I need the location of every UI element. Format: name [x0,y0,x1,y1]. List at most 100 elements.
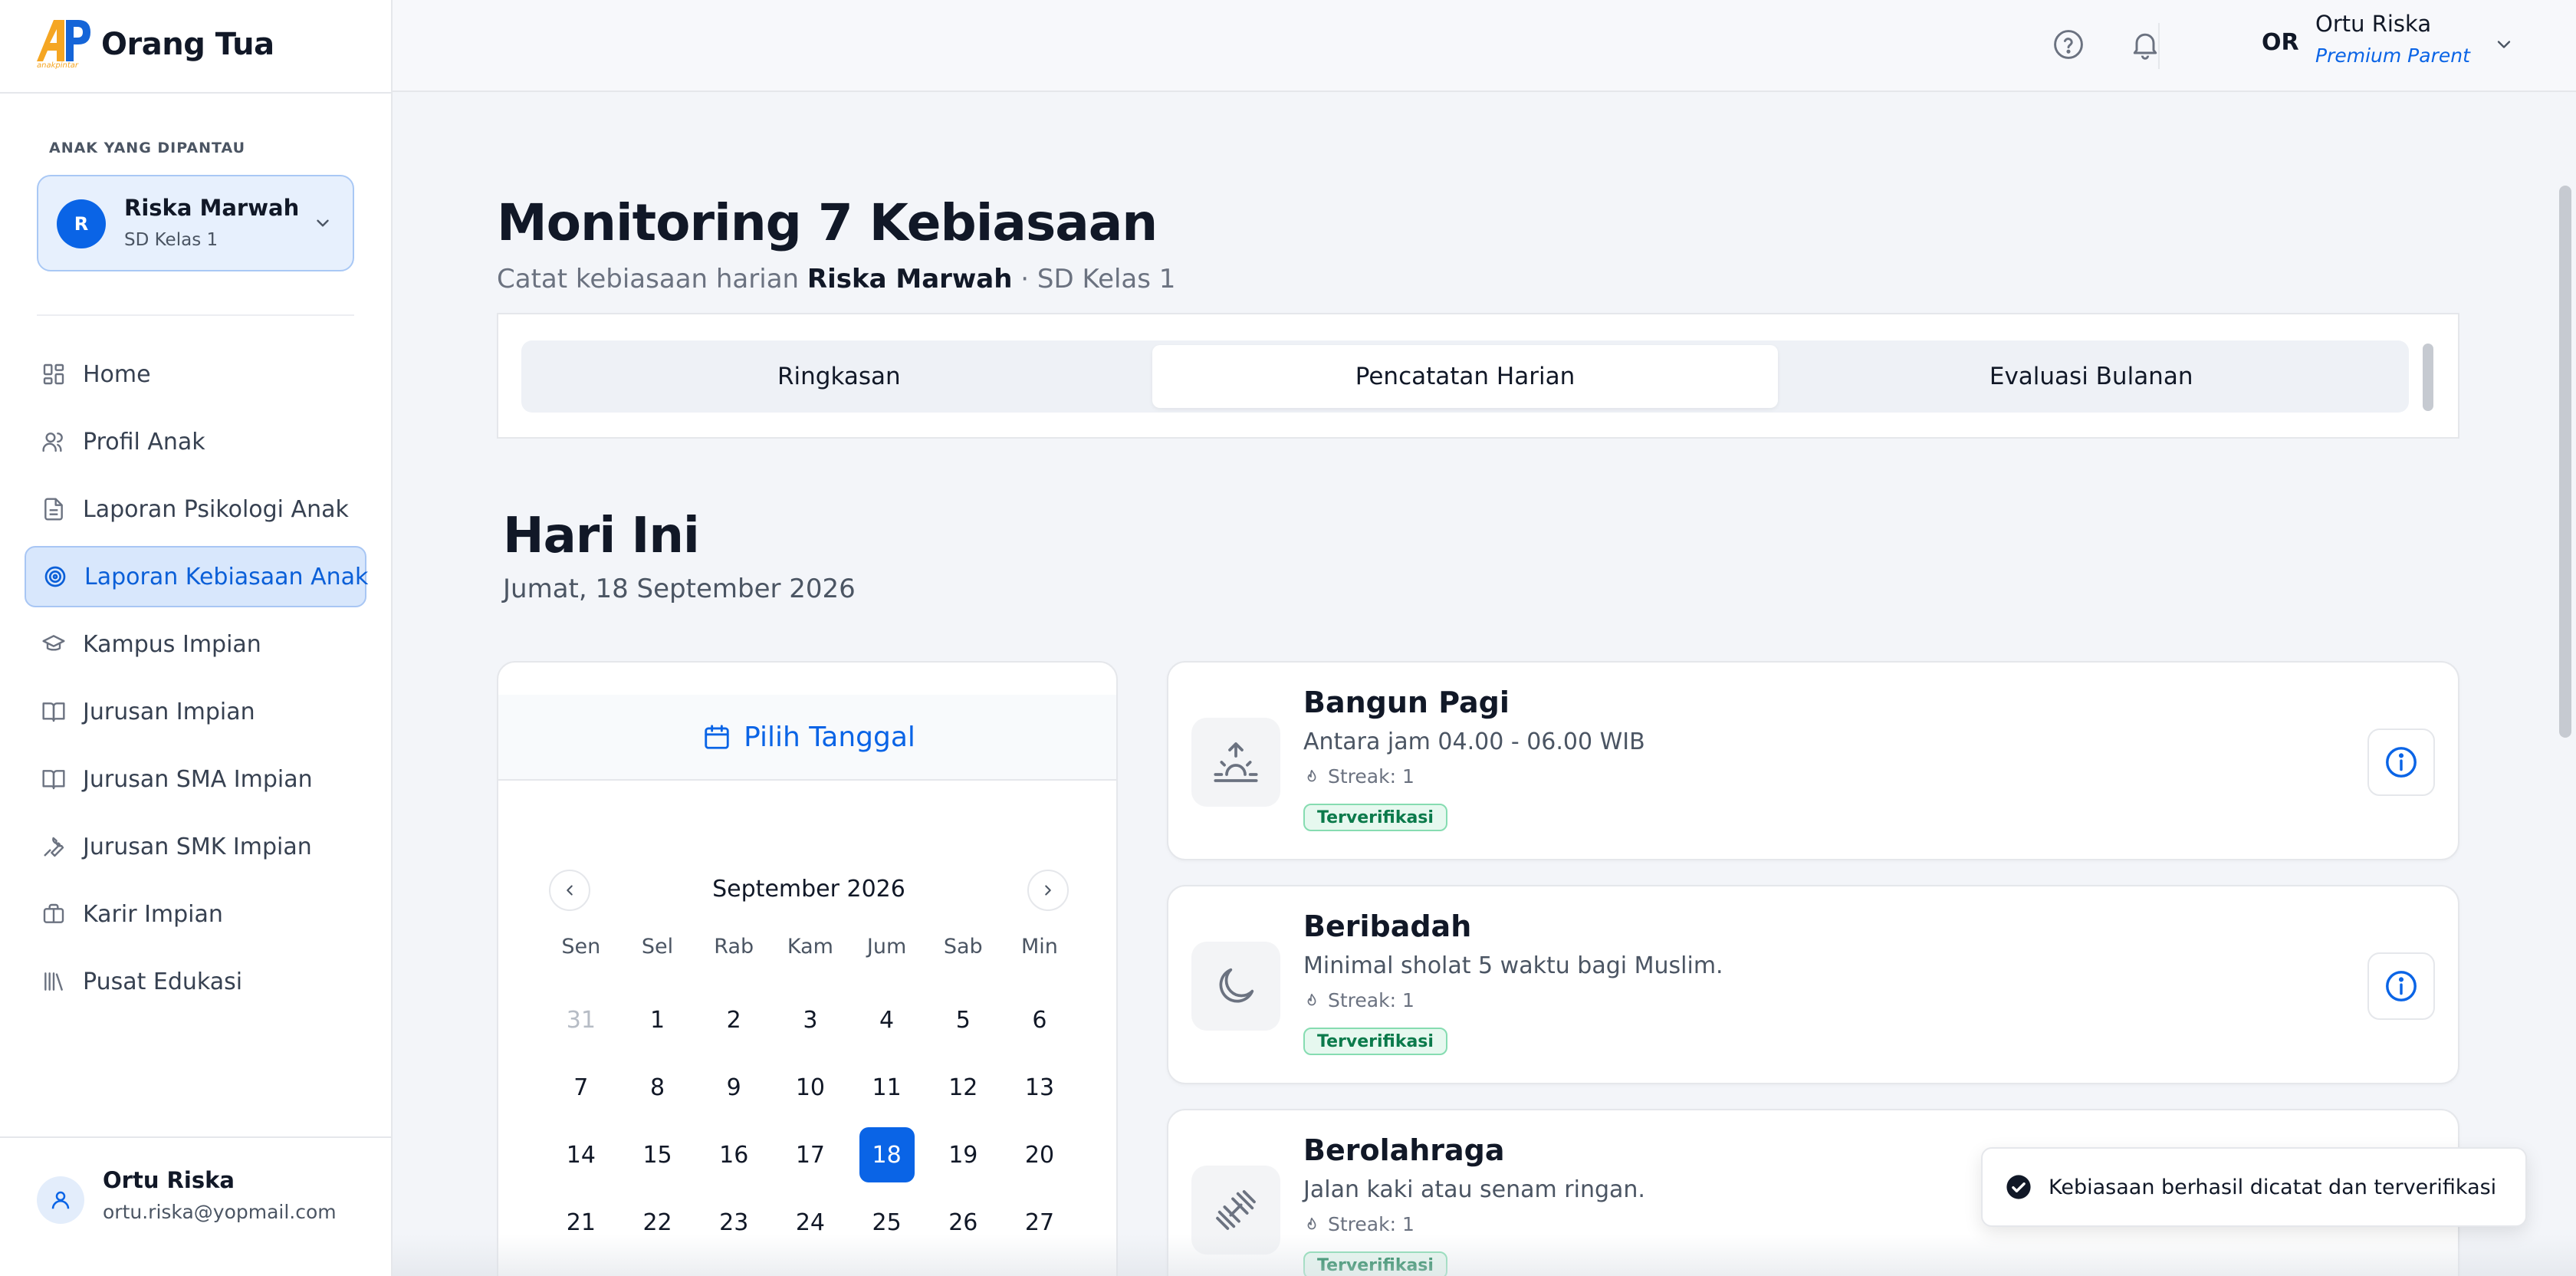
status-badge: Terverifikasi [1303,1251,1447,1276]
calendar-day[interactable]: 7 [543,1060,619,1115]
calendar-header[interactable]: Pilih Tanggal [498,695,1116,781]
sidebar-item-jurusan-smk[interactable]: Jurusan SMK Impian [25,816,366,877]
sidebar-item-kampus-impian[interactable]: Kampus Impian [25,613,366,675]
child-name: Riska Marwah [124,195,300,221]
tab-pencatatan-harian[interactable]: Pencatatan Harian [1152,345,1779,408]
calendar-day[interactable]: 19 [925,1127,1001,1182]
calendar-day[interactable]: 17 [772,1127,849,1182]
sidebar-nav: Home Profil Anak Laporan Psikologi Anak … [25,344,368,1018]
calendar-day[interactable]: 14 [543,1127,619,1182]
calendar-day[interactable]: 21 [543,1195,619,1250]
help-icon[interactable] [2052,28,2085,61]
calendar-day-outside[interactable]: 1 [772,1262,849,1276]
calendar-day[interactable]: 3 [772,992,849,1047]
calendar-day[interactable]: 22 [619,1195,696,1250]
chevron-down-icon[interactable] [2493,34,2515,55]
calendar-next-button[interactable] [1027,870,1069,911]
habit-streak: Streak: 1 [1303,1213,1414,1235]
users-icon [42,432,63,452]
calendar-day[interactable]: 2 [695,992,772,1047]
calendar-day-outside[interactable]: 31 [543,992,619,1047]
tab-evaluasi-bulanan[interactable]: Evaluasi Bulanan [1778,345,2404,408]
calendar-day[interactable]: 23 [695,1195,772,1250]
user-avatar [37,1176,84,1224]
book-open-icon [42,770,65,790]
habit-card-bangun-pagi[interactable]: Bangun Pagi Antara jam 04.00 - 06.00 WIB… [1167,661,2459,860]
calendar-day[interactable]: 5 [925,992,1001,1047]
habit-title: Beribadah [1303,909,1472,943]
sidebar-item-karir-impian[interactable]: Karir Impian [25,883,366,945]
calendar-day-selected[interactable]: 18 [849,1127,925,1182]
page-subtitle: Catat kebiasaan harian Riska Marwah · SD… [497,264,1175,294]
calendar-week-row: 14 15 16 17 18 19 20 [543,1121,1078,1189]
calendar-day[interactable]: 24 [772,1195,849,1250]
calendar-day[interactable]: 28 [543,1262,619,1276]
sidebar-item-label: Laporan Psikologi Anak [83,495,349,523]
calendar-day[interactable]: 27 [1001,1195,1078,1250]
subtitle-prefix: Catat kebiasaan harian [497,264,800,294]
habit-streak-text: Streak: 1 [1328,765,1414,788]
sidebar-item-jurusan-impian[interactable]: Jurusan Impian [25,681,366,742]
habit-card-beribadah[interactable]: Beribadah Minimal sholat 5 waktu bagi Mu… [1167,885,2459,1084]
subtitle-child-name: Riska Marwah [807,264,1013,294]
sidebar-item-jurusan-sma[interactable]: Jurusan SMA Impian [25,748,366,810]
calendar-day[interactable]: 25 [849,1195,925,1250]
sidebar-item-laporan-psikologi[interactable]: Laporan Psikologi Anak [25,479,366,540]
weekday-label: Sab [943,934,983,959]
calendar-day[interactable]: 4 [849,992,925,1047]
habit-description: Jalan kaki atau senam ringan. [1303,1176,1645,1203]
topbar-user-role: Premium Parent [2315,44,2470,67]
weekday-label: Min [1021,934,1058,959]
calendar-day-outside[interactable]: 4 [1001,1262,1078,1276]
calendar-day[interactable]: 29 [619,1262,696,1276]
topbar-user-name[interactable]: Ortu Riska [2315,11,2431,37]
flame-icon [1307,993,1316,1005]
calendar-day-outside[interactable]: 3 [925,1262,1001,1276]
tabs-scrollbar[interactable] [2423,344,2433,411]
child-selector[interactable]: R Riska Marwah SD Kelas 1 [37,175,354,271]
child-avatar: R [57,199,106,248]
weekday-label: Rab [714,934,754,959]
brand[interactable]: anakpintar Orang Tua [34,17,274,72]
tab-ringkasan[interactable]: Ringkasan [526,345,1152,408]
calendar-day[interactable]: 11 [849,1060,925,1115]
user-initials[interactable]: OR [2262,29,2299,56]
calendar-day[interactable]: 16 [695,1127,772,1182]
calendar-day[interactable]: 10 [772,1060,849,1115]
calendar-day[interactable]: 26 [925,1195,1001,1250]
bell-icon[interactable] [2128,28,2162,61]
calendar-day[interactable]: 13 [1001,1060,1078,1115]
book-open-icon [42,702,65,722]
tab-list: Ringkasan Pencatatan Harian Evaluasi Bul… [521,340,2409,413]
calendar-day[interactable]: 12 [925,1060,1001,1115]
sidebar-item-label: Profil Anak [83,428,205,455]
habit-info-button[interactable] [2367,728,2435,796]
calendar-header-label: Pilih Tanggal [744,721,915,753]
status-badge: Terverifikasi [1303,804,1447,831]
calendar-month-label: September 2026 [712,876,905,903]
page-title: Monitoring 7 Kebiasaan [497,193,1158,252]
habit-description: Antara jam 04.00 - 06.00 WIB [1303,728,1645,755]
sidebar-item-laporan-kebiasaan[interactable]: Laporan Kebiasaan Anak [25,546,368,607]
main-scrollbar[interactable] [2559,186,2571,738]
sidebar-item-home[interactable]: Home [25,344,366,405]
moon-icon [1219,968,1254,1003]
sidebar-item-profil-anak[interactable]: Profil Anak [25,411,366,472]
habit-info-button[interactable] [2367,952,2435,1020]
chevron-right-icon [1045,885,1051,896]
calendar-day[interactable]: 1 [619,992,696,1047]
check-circle-icon [2006,1175,2031,1199]
brand-title: Orang Tua [101,27,274,62]
calendar-day-outside[interactable]: 2 [849,1262,925,1276]
calendar-day[interactable]: 15 [619,1127,696,1182]
chevron-down-icon [317,219,329,227]
calendar-day[interactable]: 9 [695,1060,772,1115]
calendar-day[interactable]: 20 [1001,1127,1078,1182]
calendar-week-row: 21 22 23 24 25 26 27 [543,1189,1078,1256]
calendar-day[interactable]: 8 [619,1060,696,1115]
calendar-day[interactable]: 6 [1001,992,1078,1047]
library-icon [44,972,63,991]
calendar-day[interactable]: 30 [695,1262,772,1276]
sidebar-item-pusat-edukasi[interactable]: Pusat Edukasi [25,951,366,1012]
sunrise-icon [1214,742,1258,782]
